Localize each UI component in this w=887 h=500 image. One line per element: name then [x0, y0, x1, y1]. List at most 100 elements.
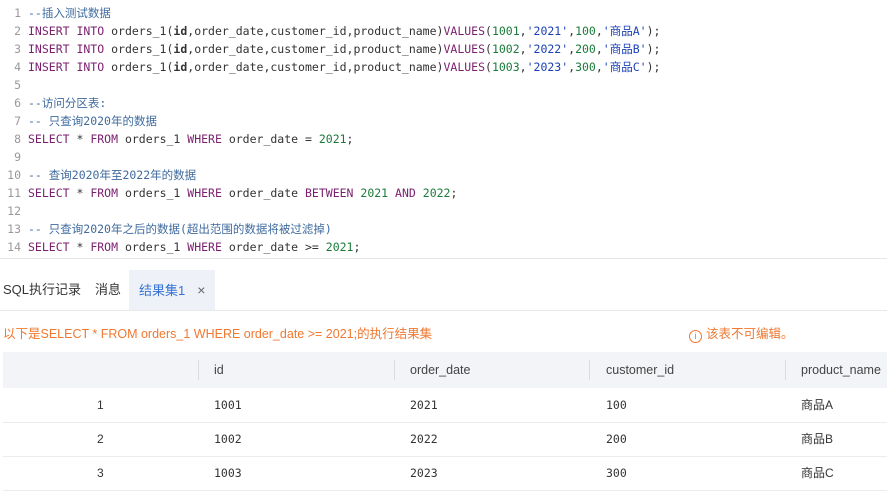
cell-order-date[interactable]: 2022	[410, 422, 438, 456]
cell-id[interactable]: 1003	[214, 456, 242, 490]
cell-customer-id[interactable]: 300	[606, 456, 627, 490]
code-token: VALUES	[443, 60, 486, 74]
code-token: ,order_date,customer_id,product_name)	[187, 24, 444, 38]
code-line[interactable]: 2 INSERT INTO orders_1(id,order_date,cust…	[0, 22, 887, 40]
cell-product-name[interactable]: 商品C	[801, 456, 834, 490]
code-text[interactable]: --访问分区表:	[28, 94, 106, 112]
code-token: ,	[519, 60, 527, 74]
code-token: orders_1(	[104, 24, 174, 38]
column-header-product-name[interactable]: product_name	[801, 352, 881, 388]
line-number: 4	[14, 60, 21, 74]
cell-id[interactable]: 1001	[214, 388, 242, 422]
code-token: 2022	[422, 186, 451, 200]
code-token: orders_1(	[104, 60, 174, 74]
row-index: 3	[97, 466, 104, 480]
code-token: (	[485, 60, 492, 74]
code-token: );	[646, 60, 661, 74]
column-header-customer-id[interactable]: customer_id	[606, 352, 674, 388]
code-token: ;	[353, 240, 361, 254]
code-token: 300	[575, 60, 596, 74]
code-line[interactable]: 4 INSERT INTO orders_1(id,order_date,cust…	[0, 58, 887, 76]
code-token: '2022'	[526, 42, 569, 56]
code-token: orders_1	[118, 240, 188, 254]
code-line[interactable]: 12	[0, 202, 887, 220]
sql-editor[interactable]: 1 --插入测试数据 2 INSERT INTO orders_1(id,order_…	[0, 0, 887, 258]
code-token: id	[173, 24, 188, 38]
code-token: INSERT INTO	[28, 60, 105, 74]
code-text[interactable]: --插入测试数据	[28, 4, 111, 22]
cell-id[interactable]: 1002	[214, 422, 242, 456]
code-token: '商品B'	[602, 42, 647, 56]
code-token: 1001	[491, 24, 520, 38]
code-text[interactable]: -- 只查询2020年之后的数据(超出范围的数据将被过滤掉)	[28, 220, 332, 238]
table-row[interactable]: 1 1001 2021 100 商品A	[3, 388, 887, 423]
column-divider	[198, 360, 199, 380]
code-token: (	[485, 42, 492, 56]
code-text[interactable]: INSERT INTO orders_1(id,order_date,custo…	[28, 22, 660, 40]
column-header-id[interactable]: id	[214, 352, 224, 388]
code-text[interactable]: SELECT * FROM orders_1 WHERE order_date …	[28, 184, 457, 202]
line-number: 9	[14, 150, 21, 164]
code-line[interactable]: 10 -- 查询2020年至2022年的数据	[0, 166, 887, 184]
code-token: SELECT	[28, 240, 70, 254]
line-number: 1	[14, 6, 21, 20]
code-line[interactable]: 13 -- 只查询2020年之后的数据(超出范围的数据将被过滤掉)	[0, 220, 887, 238]
code-token: 2021	[325, 240, 354, 254]
code-line[interactable]: 1 --插入测试数据	[0, 4, 887, 22]
code-line[interactable]: 7 -- 只查询2020年的数据	[0, 112, 887, 130]
code-text[interactable]: INSERT INTO orders_1(id,order_date,custo…	[28, 40, 660, 58]
code-token: SELECT	[28, 186, 70, 200]
code-text[interactable]: INSERT INTO orders_1(id,order_date,custo…	[28, 58, 660, 76]
code-line[interactable]: 11 SELECT * FROM orders_1 WHERE order_dat…	[0, 184, 887, 202]
tab-messages[interactable]: 消息	[95, 270, 121, 310]
code-line[interactable]: 3 INSERT INTO orders_1(id,order_date,cust…	[0, 40, 887, 58]
cell-customer-id[interactable]: 200	[606, 422, 627, 456]
code-token: WHERE	[187, 240, 222, 254]
code-line[interactable]: 6 --访问分区表:	[0, 94, 887, 112]
column-divider	[785, 360, 786, 380]
code-line[interactable]: 5	[0, 76, 887, 94]
cell-order-date[interactable]: 2023	[410, 456, 438, 490]
code-text[interactable]: SELECT * FROM orders_1 WHERE order_date …	[28, 238, 360, 256]
code-token: 100	[575, 24, 596, 38]
line-number: 5	[14, 78, 21, 92]
info-circle-icon: i	[689, 330, 702, 343]
code-token: WHERE	[187, 132, 222, 146]
line-number: 8	[14, 132, 21, 146]
code-token: );	[646, 24, 661, 38]
code-text[interactable]: -- 只查询2020年的数据	[28, 112, 157, 130]
code-token: --插入测试数据	[28, 6, 111, 20]
table-row[interactable]: 2 1002 2022 200 商品B	[3, 422, 887, 457]
code-token: order_date =	[221, 132, 319, 146]
code-token: ;	[346, 132, 354, 146]
code-line[interactable]: 14 SELECT * FROM orders_1 WHERE order_dat…	[0, 238, 887, 256]
code-token: orders_1(	[104, 42, 174, 56]
code-line[interactable]: 9	[0, 148, 887, 166]
code-token: ;	[450, 186, 458, 200]
tab-result-set-1[interactable]: 结果集1 ×	[129, 270, 216, 310]
line-number: 3	[14, 42, 21, 56]
code-text[interactable]: SELECT * FROM orders_1 WHERE order_date …	[28, 130, 353, 148]
line-number: 7	[14, 114, 21, 128]
code-token: order_date >=	[221, 240, 326, 254]
cell-product-name[interactable]: 商品A	[801, 388, 833, 422]
tab-sql-log[interactable]: SQL执行记录	[3, 270, 81, 310]
code-token: INSERT INTO	[28, 24, 105, 38]
close-icon[interactable]: ×	[197, 270, 205, 310]
cell-product-name[interactable]: 商品B	[801, 422, 833, 456]
line-number: 12	[7, 204, 21, 218]
row-index: 1	[97, 398, 104, 412]
cell-order-date[interactable]: 2021	[410, 388, 438, 422]
cell-customer-id[interactable]: 100	[606, 388, 627, 422]
code-line[interactable]: 8 SELECT * FROM orders_1 WHERE order_date…	[0, 130, 887, 148]
column-header-order-date[interactable]: order_date	[410, 352, 470, 388]
column-divider	[589, 360, 590, 380]
code-token: ,	[519, 42, 527, 56]
code-text[interactable]: -- 查询2020年至2022年的数据	[28, 166, 196, 184]
code-token: orders_1	[118, 186, 188, 200]
code-token: ,order_date,customer_id,product_name)	[187, 42, 444, 56]
code-token: orders_1	[118, 132, 188, 146]
line-number: 6	[14, 96, 21, 110]
table-row[interactable]: 3 1003 2023 300 商品C	[3, 456, 887, 491]
